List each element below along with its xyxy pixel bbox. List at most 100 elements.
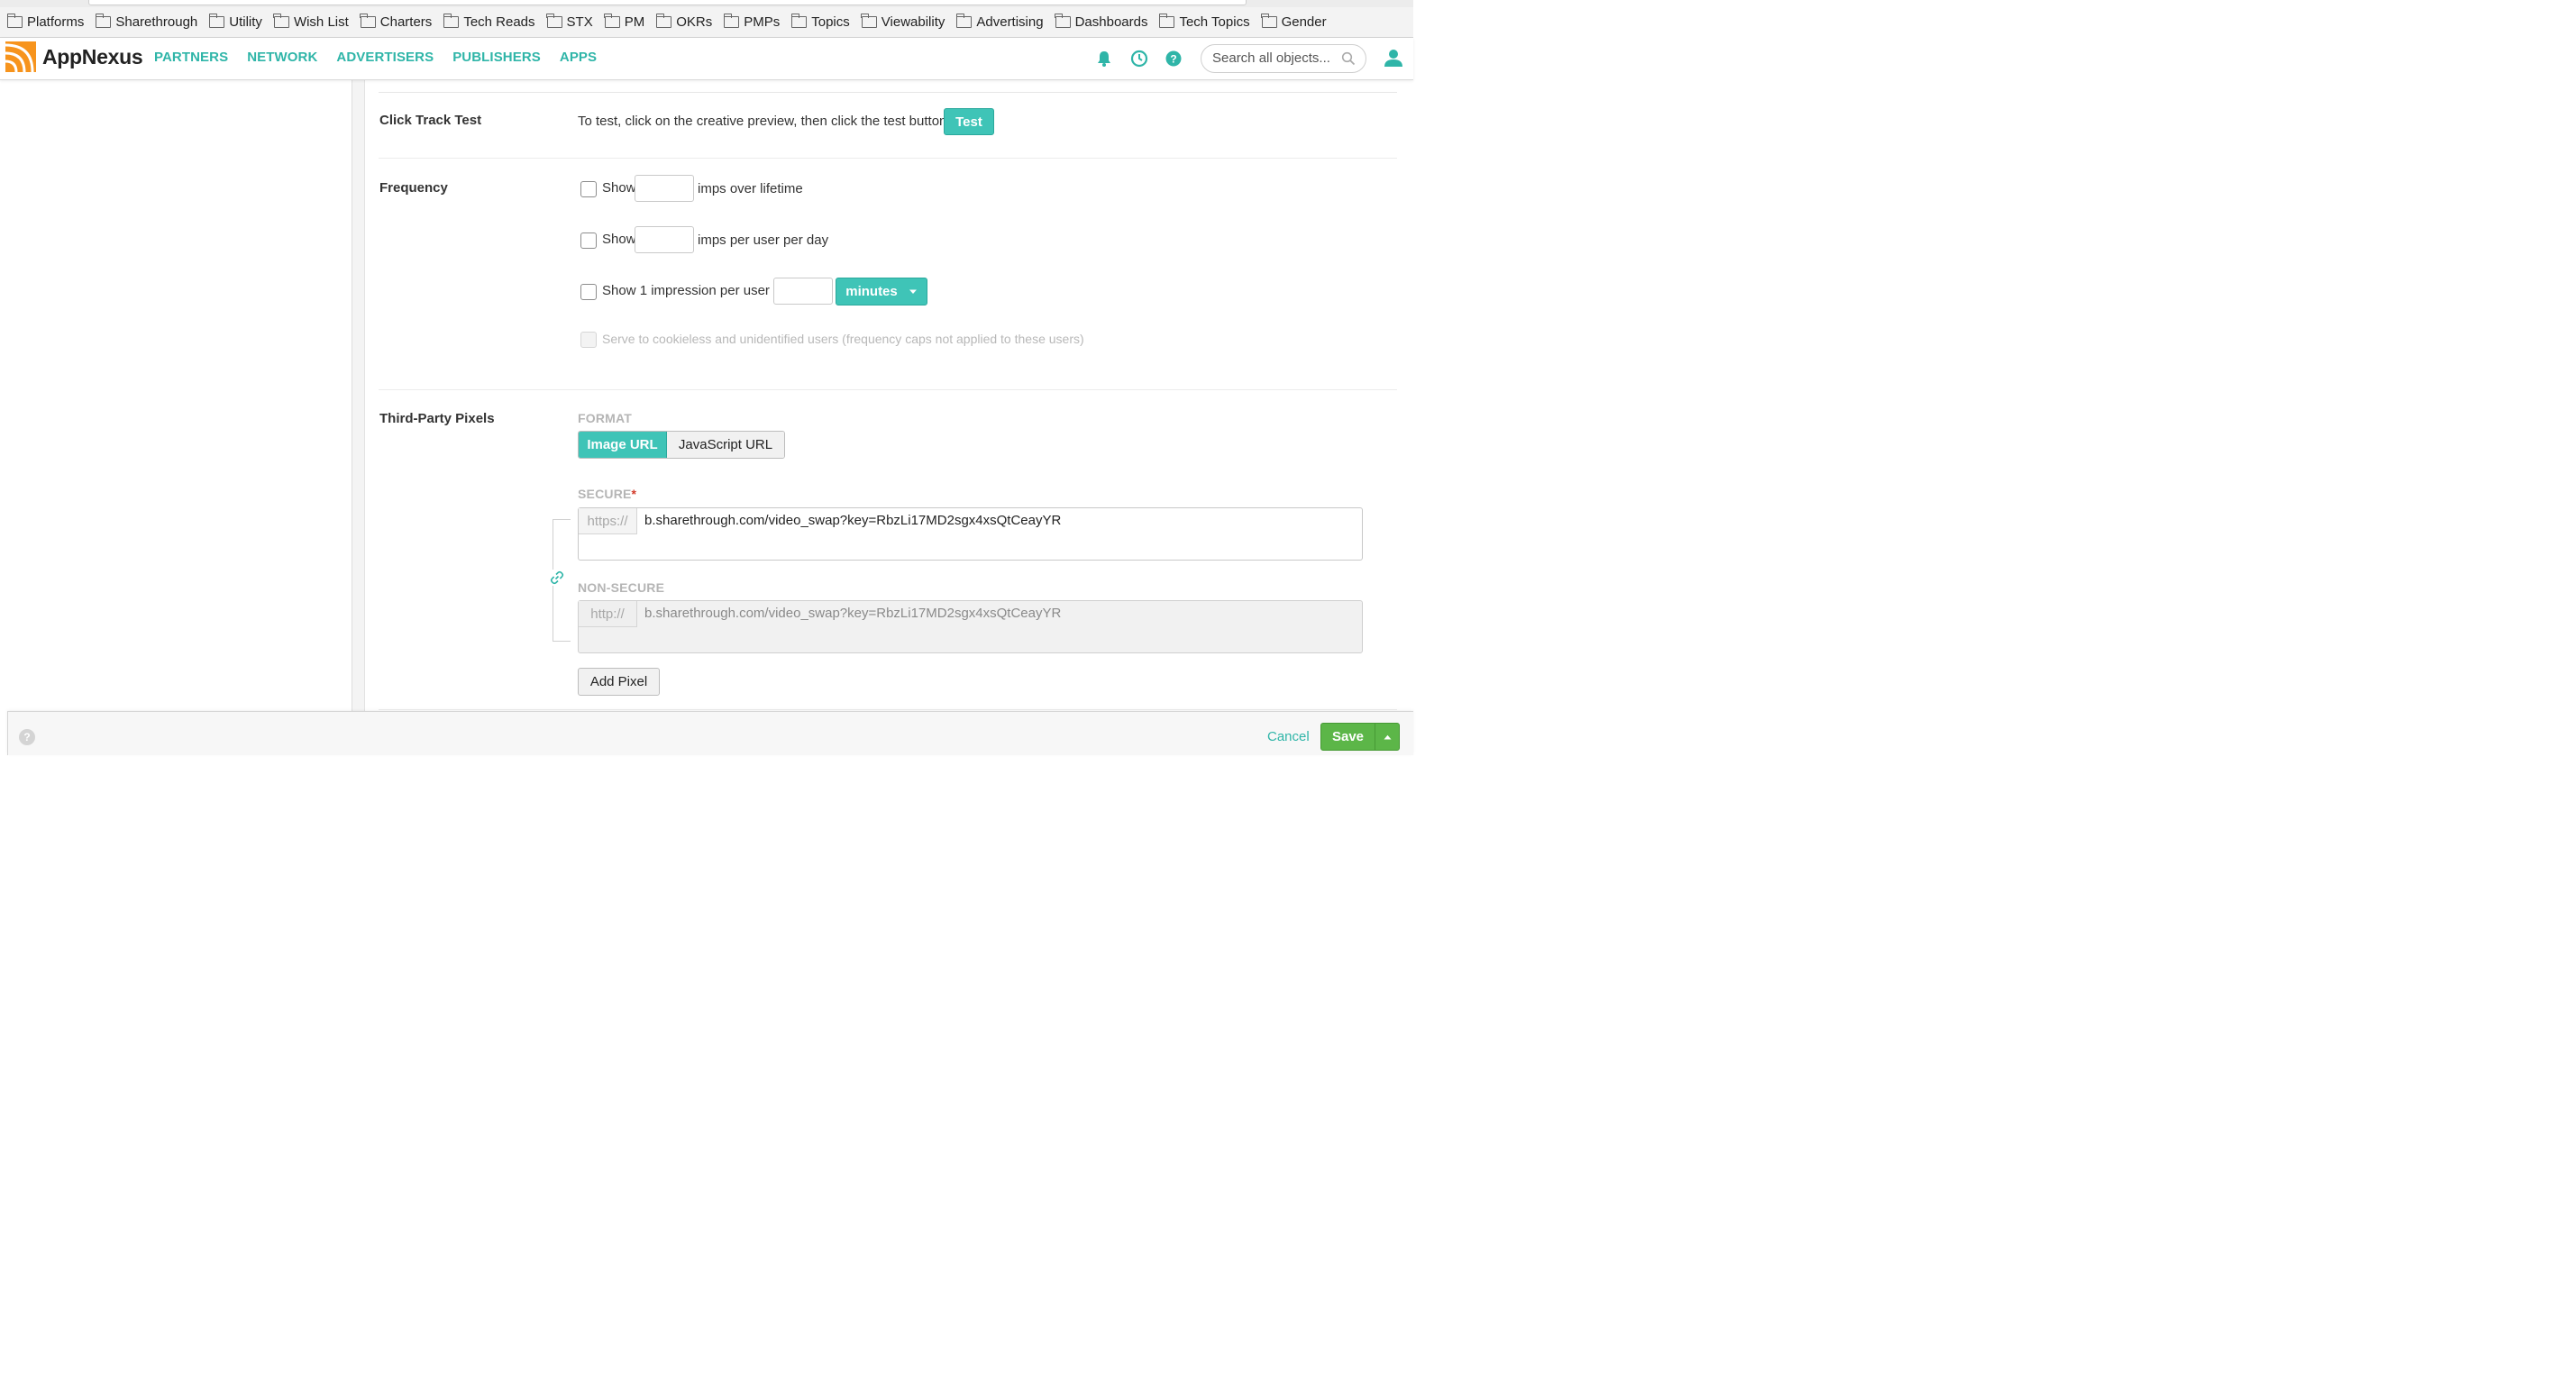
- clock-icon[interactable]: [1130, 50, 1148, 68]
- cancel-button[interactable]: Cancel: [1267, 729, 1310, 744]
- left-pane: [0, 80, 352, 755]
- folder-icon: [360, 14, 376, 28]
- nav-partners[interactable]: PARTNERS: [154, 50, 228, 65]
- bookmark-folder[interactable]: Tech Reads: [443, 14, 535, 30]
- nav-publishers[interactable]: PUBLISHERS: [452, 50, 541, 65]
- secure-url-field[interactable]: https:// b.sharethrough.com/video_swap?k…: [578, 507, 1363, 561]
- cookieless-checkbox: [580, 332, 597, 348]
- add-pixel-button[interactable]: Add Pixel: [578, 668, 660, 696]
- folder-icon: [861, 14, 877, 28]
- interval-unit-dropdown[interactable]: minutes: [836, 278, 927, 305]
- bookmark-folder[interactable]: Gender: [1261, 14, 1327, 30]
- svg-text:?: ?: [1170, 53, 1176, 66]
- daily-suffix-label: imps per user per day: [698, 233, 829, 248]
- format-image-url[interactable]: Image URL: [579, 432, 667, 458]
- save-options-button[interactable]: [1375, 724, 1399, 750]
- bookmark-folder[interactable]: Platforms: [6, 14, 84, 30]
- section-divider: [379, 158, 1397, 159]
- nav-network[interactable]: NETWORK: [247, 50, 317, 65]
- click-track-instructions: To test, click on the creative preview, …: [578, 114, 951, 129]
- daily-imps-input[interactable]: [635, 226, 694, 253]
- bell-icon[interactable]: [1095, 50, 1113, 68]
- bookmark-folder[interactable]: PMPs: [723, 14, 780, 30]
- caret-down-icon: [909, 289, 917, 294]
- format-label: FORMAT: [578, 411, 633, 425]
- cookieless-label: Serve to cookieless and unidentified use…: [602, 332, 1084, 346]
- bookmark-folder[interactable]: Charters: [360, 14, 432, 30]
- required-mark: *: [631, 487, 637, 501]
- logo-mark-icon: [5, 41, 36, 72]
- nonsecure-url-field: http:// b.sharethrough.com/video_swap?ke…: [578, 600, 1363, 653]
- interval-unit-label: minutes: [845, 284, 898, 299]
- bookmark-folder[interactable]: STX: [546, 14, 593, 30]
- secure-label: SECURE*: [578, 487, 636, 501]
- content-gutter: [352, 80, 365, 755]
- bookmarks-bar: Platforms Sharethrough Utility Wish List…: [0, 7, 1413, 38]
- format-toggle: Image URL JavaScript URL: [578, 431, 785, 459]
- nav-advertisers[interactable]: ADVERTISERS: [336, 50, 434, 65]
- folder-icon: [546, 14, 562, 28]
- appnexus-logo[interactable]: AppNexus: [5, 41, 143, 72]
- lifetime-cap-checkbox[interactable]: [580, 181, 597, 197]
- folder-icon: [955, 14, 973, 28]
- test-button[interactable]: Test: [944, 108, 994, 135]
- search-input[interactable]: [1212, 50, 1338, 66]
- nonsecure-url-value: b.sharethrough.com/video_swap?key=RbzLi1…: [644, 606, 1062, 621]
- global-search[interactable]: [1201, 44, 1366, 73]
- bookmark-folder[interactable]: PM: [604, 14, 644, 30]
- save-button-group: Save: [1320, 723, 1400, 751]
- help-icon[interactable]: ?: [1165, 50, 1183, 68]
- app-header: AppNexus PARTNERS NETWORK ADVERTISERS PU…: [0, 38, 1413, 80]
- main-nav: PARTNERS NETWORK ADVERTISERS PUBLISHERS …: [154, 50, 616, 65]
- interval-cap-checkbox[interactable]: [580, 284, 597, 300]
- nonsecure-label: NON-SECURE: [578, 580, 665, 595]
- folder-icon: [604, 14, 620, 28]
- bookmark-folder[interactable]: OKRs: [655, 14, 712, 30]
- daily-cap-checkbox[interactable]: [580, 233, 597, 249]
- interval-input[interactable]: [773, 278, 833, 305]
- bookmark-folder[interactable]: Sharethrough: [95, 14, 197, 30]
- folder-icon: [1158, 14, 1175, 28]
- bookmark-folder[interactable]: Wish List: [273, 14, 349, 30]
- lifetime-show-label: Show: [602, 180, 636, 196]
- secure-url-prefix: https://: [579, 508, 637, 534]
- bookmark-folder[interactable]: Utility: [208, 14, 262, 30]
- caret-up-icon: [1384, 734, 1391, 739]
- frequency-label: Frequency: [379, 180, 448, 196]
- user-icon[interactable]: [1384, 48, 1403, 68]
- creative-edit-form: Click Track Test To test, click on the c…: [365, 80, 1413, 711]
- nav-apps[interactable]: APPS: [560, 50, 597, 65]
- footer-help-icon[interactable]: ?: [19, 729, 35, 745]
- format-javascript-url[interactable]: JavaScript URL: [667, 432, 784, 458]
- brand-name: AppNexus: [42, 44, 143, 68]
- save-button[interactable]: Save: [1321, 724, 1375, 750]
- lifetime-suffix-label: imps over lifetime: [698, 181, 803, 196]
- folder-icon: [443, 14, 460, 28]
- bookmark-folder[interactable]: Viewability: [861, 14, 945, 30]
- folder-icon: [6, 14, 23, 28]
- footer-action-bar: ? Cancel Save: [7, 711, 1413, 755]
- folder-icon: [95, 14, 112, 28]
- secure-url-value[interactable]: b.sharethrough.com/video_swap?key=RbzLi1…: [644, 513, 1061, 528]
- link-icon[interactable]: [549, 570, 565, 586]
- bookmark-folder[interactable]: Advertising: [955, 14, 1044, 30]
- address-bar[interactable]: [88, 0, 1247, 5]
- bookmark-folder[interactable]: Topics: [790, 14, 850, 30]
- lifetime-imps-input[interactable]: [635, 175, 694, 202]
- bookmark-folder[interactable]: Tech Topics: [1158, 14, 1250, 30]
- folder-icon: [790, 14, 808, 28]
- folder-icon: [723, 14, 740, 28]
- folder-icon: [1261, 14, 1277, 28]
- browser-address-bar-remnant: [0, 0, 1413, 7]
- section-divider: [379, 389, 1397, 390]
- secure-label-text: SECURE: [578, 487, 632, 501]
- folder-icon: [273, 14, 289, 28]
- click-track-label: Click Track Test: [379, 113, 482, 128]
- search-icon: [1341, 51, 1356, 66]
- section-divider: [379, 92, 1397, 93]
- bookmark-folder[interactable]: Dashboards: [1055, 14, 1147, 30]
- interval-label: Show 1 impression per user per: [602, 283, 793, 298]
- third-party-pixels-label: Third-Party Pixels: [379, 411, 495, 426]
- section-divider: [379, 709, 1397, 710]
- folder-icon: [1055, 14, 1071, 28]
